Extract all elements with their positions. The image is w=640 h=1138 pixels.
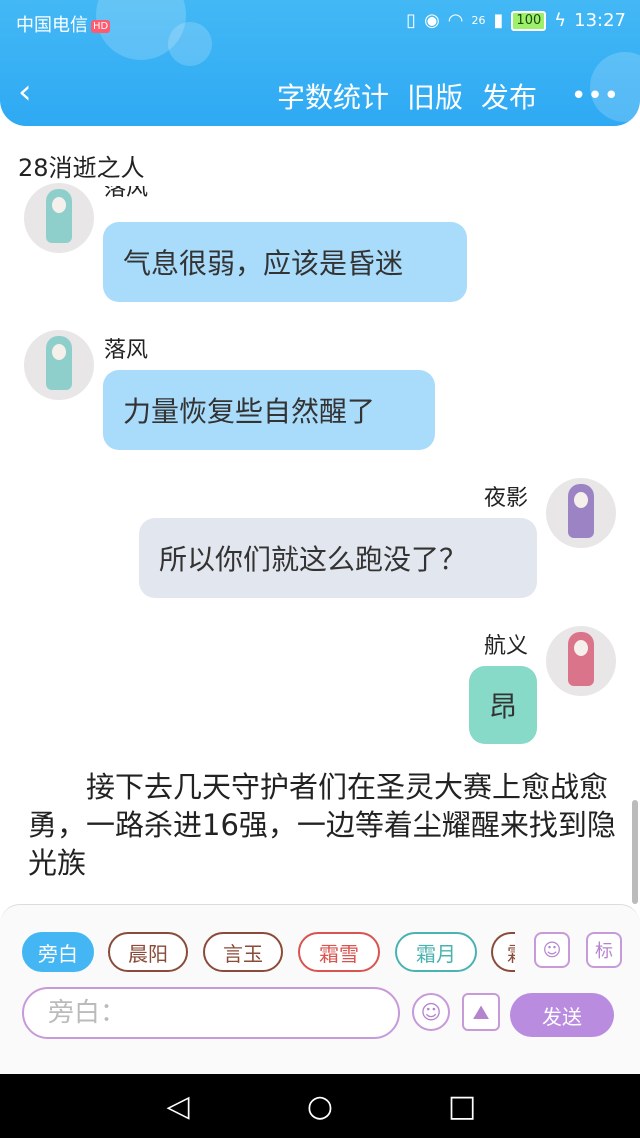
charging-icon: ϟ: [554, 10, 567, 31]
avatar[interactable]: [546, 626, 616, 696]
avatar-face: [574, 492, 588, 508]
publish-button[interactable]: 发布: [481, 76, 537, 116]
nav-bar: ‹ 字数统计 旧版 发布 •••: [0, 62, 640, 122]
nav-actions: 字数统计 旧版 发布 •••: [277, 76, 620, 116]
old-version-button[interactable]: 旧版: [407, 76, 463, 116]
vibrate-icon: ▯: [406, 10, 417, 31]
clock: 13:27: [574, 10, 626, 31]
wifi-icon: ◠: [447, 10, 464, 31]
role-chip[interactable]: 霜雪: [298, 932, 380, 972]
composer-panel: 旁白 晨阳 言玉 霜雪 霜月 霜 ☺ 标 旁白： ☺ ⛰ 发送: [0, 904, 640, 1075]
message-input[interactable]: 旁白：: [22, 987, 400, 1039]
carrier-name: 中国电信: [16, 15, 88, 36]
battery-icon: 100: [511, 10, 547, 31]
network-type: 26: [471, 14, 486, 27]
role-chip[interactable]: 霜: [491, 932, 515, 972]
message-bubble[interactable]: 昂: [469, 666, 537, 744]
role-chip[interactable]: 霜月: [395, 932, 477, 972]
image-icon[interactable]: ⛰: [462, 993, 500, 1031]
avatar[interactable]: [24, 330, 94, 400]
avatar[interactable]: [546, 478, 616, 548]
speaker-name: 落风: [104, 186, 148, 206]
eye-icon: ◉: [424, 10, 440, 31]
tag-button[interactable]: 标: [586, 932, 622, 968]
speaker-name-text: 落风: [104, 186, 149, 201]
carrier-label: 中国电信 HD: [16, 11, 111, 37]
person-card-icon[interactable]: ☺: [534, 932, 570, 968]
role-chip[interactable]: 晨阳: [108, 932, 188, 972]
message-bubble[interactable]: 气息很弱，应该是昏迷: [103, 222, 467, 302]
story-title: 28消逝之人: [18, 154, 145, 182]
system-nav-bar: ◁ ○ □: [0, 1074, 640, 1138]
message-bubble[interactable]: 所以你们就这么跑没了？: [139, 518, 537, 598]
avatar-face: [52, 197, 66, 213]
scrollbar[interactable]: [632, 800, 638, 904]
message-bubble[interactable]: 力量恢复些自然醒了: [103, 370, 435, 450]
app-header: 中国电信 HD ▯ ◉ ◠ 26 ▮ 100 ϟ 13:27 ‹ 字数统计 旧版 …: [0, 0, 640, 126]
role-chip[interactable]: 言玉: [203, 932, 283, 972]
avatar-face: [574, 640, 588, 656]
role-chip-narrator[interactable]: 旁白: [22, 932, 94, 972]
smiley-icon[interactable]: ☺: [412, 993, 450, 1031]
role-chip-label: 霜: [507, 938, 515, 967]
hd-badge: HD: [91, 20, 111, 33]
speaker-name: 落风: [104, 338, 149, 363]
avatar-face: [52, 344, 66, 360]
status-icons: ▯ ◉ ◠ 26 ▮ 100 ϟ 13:27: [406, 10, 626, 31]
more-icon[interactable]: •••: [571, 81, 620, 111]
word-count-button[interactable]: 字数统计: [277, 76, 389, 116]
speaker-name: 航义: [484, 634, 529, 659]
recents-square-icon[interactable]: □: [444, 1088, 480, 1124]
avatar[interactable]: [24, 183, 94, 253]
narration-text: 接下去几天守护者们在圣灵大赛上愈战愈勇，一路杀进16强，一边等着尘耀醒来找到隐光…: [28, 770, 616, 880]
back-triangle-icon[interactable]: ◁: [160, 1088, 196, 1124]
send-button[interactable]: 发送: [510, 993, 614, 1037]
chevron-left-icon[interactable]: ‹: [18, 72, 32, 112]
signal-icon: ▮: [493, 10, 504, 31]
speaker-name: 夜影: [484, 486, 529, 511]
status-bar: 中国电信 HD ▯ ◉ ◠ 26 ▮ 100 ϟ 13:27: [0, 0, 640, 44]
home-circle-icon[interactable]: ○: [302, 1088, 338, 1124]
